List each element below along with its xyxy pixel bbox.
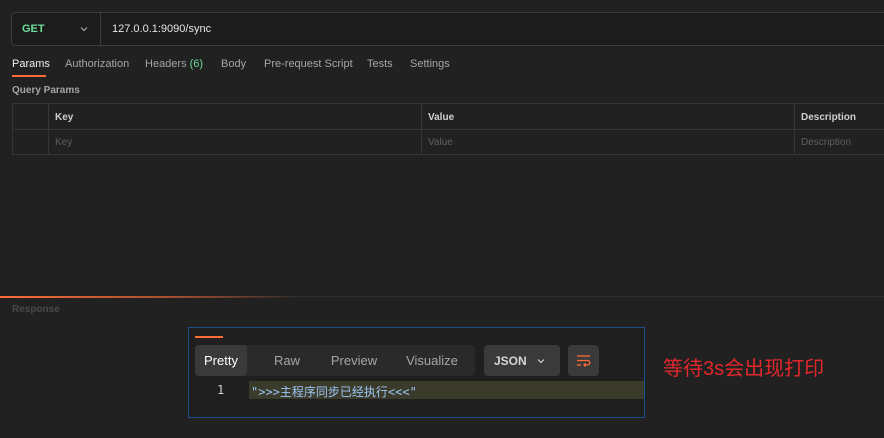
- format-select[interactable]: JSON: [484, 345, 560, 376]
- tab-body[interactable]: Body: [221, 58, 246, 70]
- view-tab-preview[interactable]: Preview: [323, 345, 385, 376]
- table-col-divider: [794, 103, 795, 155]
- tab-headers-label: Headers: [145, 58, 187, 70]
- column-header-value: Value: [428, 112, 455, 123]
- response-body-text: ">>>主程序同步已经执行<<<": [251, 385, 417, 399]
- view-tab-raw[interactable]: Raw: [257, 345, 317, 376]
- query-params-title: Query Params: [12, 85, 80, 96]
- request-bar: GET 127.0.0.1:9090/sync: [11, 12, 884, 46]
- chevron-down-icon: [80, 27, 88, 32]
- query-params-table: Key Value Description Key Value Descript…: [12, 103, 884, 155]
- format-label: JSON: [494, 354, 527, 368]
- active-tab-indicator: [12, 75, 46, 77]
- response-panel: Pretty Raw Preview Visualize JSON 1 ">>>…: [188, 327, 645, 418]
- response-tab-indicator: [195, 336, 223, 338]
- table-border-middle: [12, 129, 884, 130]
- table-col-divider: [12, 103, 13, 155]
- tab-headers[interactable]: Headers (6): [145, 58, 203, 70]
- tab-authorization[interactable]: Authorization: [65, 58, 129, 70]
- table-border-top: [12, 103, 884, 104]
- description-input[interactable]: Description: [801, 137, 851, 148]
- line-number: 1: [217, 383, 225, 397]
- value-input[interactable]: Value: [428, 137, 453, 148]
- response-label: Response: [12, 304, 60, 315]
- table-col-divider: [48, 103, 49, 155]
- response-view-tabs: Pretty Raw Preview Visualize: [195, 345, 475, 376]
- url-input[interactable]: 127.0.0.1:9090/sync: [112, 23, 211, 35]
- tab-params[interactable]: Params: [12, 58, 50, 70]
- annotation-text: 等待3s会出现打印: [663, 358, 825, 380]
- table-border-bottom: [12, 154, 884, 155]
- tab-settings[interactable]: Settings: [410, 58, 450, 70]
- response-splitter-highlight: [0, 296, 300, 298]
- code-line: 1 ">>>主程序同步已经执行<<<": [189, 381, 644, 399]
- headers-count-badge: (6): [189, 58, 204, 70]
- wrap-lines-icon: [577, 355, 591, 367]
- wrap-lines-button[interactable]: [568, 345, 599, 376]
- view-tab-pretty[interactable]: Pretty: [195, 345, 247, 376]
- view-tab-visualize[interactable]: Visualize: [395, 345, 469, 376]
- column-header-key: Key: [55, 112, 74, 123]
- tab-pre-request-script[interactable]: Pre-request Script: [264, 58, 353, 70]
- column-header-description: Description: [801, 112, 857, 123]
- table-col-divider: [421, 103, 422, 155]
- method-select[interactable]: GET: [12, 13, 101, 45]
- chevron-down-icon: [537, 359, 545, 364]
- key-input[interactable]: Key: [55, 137, 72, 148]
- method-label: GET: [22, 23, 45, 35]
- tab-tests[interactable]: Tests: [367, 58, 393, 70]
